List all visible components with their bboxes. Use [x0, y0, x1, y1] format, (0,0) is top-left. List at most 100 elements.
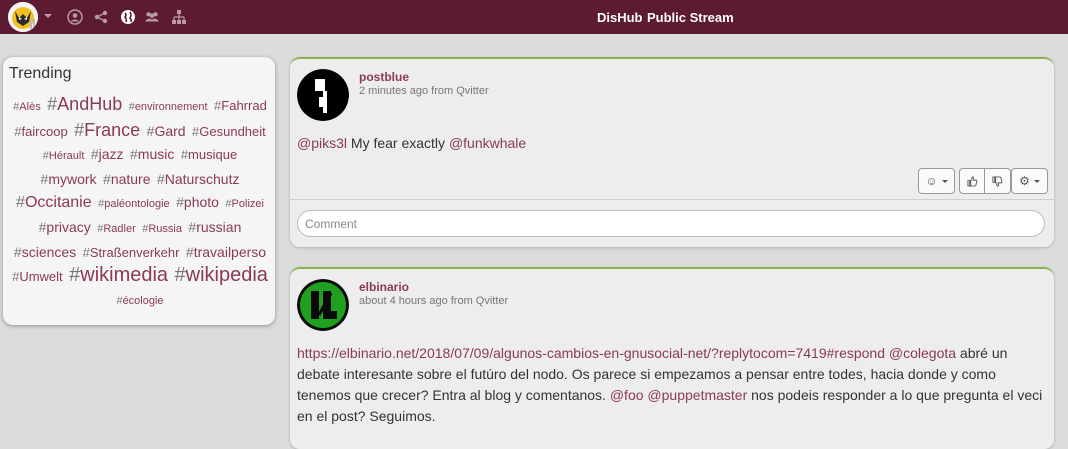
- trending-tag-label: Russia: [148, 223, 182, 235]
- gear-icon: ⚙: [1019, 174, 1030, 188]
- trending-tag-label: mywork: [48, 171, 97, 187]
- trending-tag[interactable]: #Fahrrad: [214, 94, 267, 117]
- trending-tag[interactable]: #Alès: [13, 96, 41, 119]
- wolverine-avatar-icon: [8, 2, 38, 32]
- mention-link[interactable]: @foo: [610, 387, 644, 403]
- hash-symbol: #: [176, 194, 184, 210]
- post-meta[interactable]: about 4 hours ago from Qvitter: [359, 295, 508, 307]
- avatar-image-icon: [297, 69, 349, 121]
- brand-name[interactable]: DisHub: [597, 10, 643, 25]
- hash-symbol: #: [130, 146, 138, 162]
- trending-tag[interactable]: #paléontologie: [98, 193, 170, 216]
- trending-tag[interactable]: #privacy: [39, 216, 91, 239]
- mention-link[interactable]: @colegota: [889, 345, 956, 361]
- smiley-icon: ☺: [925, 174, 938, 188]
- trending-tag[interactable]: #France: [74, 119, 140, 142]
- mention-link[interactable]: @funkwhale: [449, 135, 526, 151]
- trending-tag[interactable]: #AndHub: [47, 93, 122, 116]
- settings-button[interactable]: ⚙: [1012, 169, 1047, 193]
- trending-tag-label: Hérault: [48, 150, 85, 162]
- avatar-image-icon: [297, 279, 349, 331]
- dislike-button[interactable]: [984, 169, 1010, 193]
- emoji-button[interactable]: ☺: [919, 169, 954, 193]
- trending-tag-label: Gesundheit: [199, 124, 266, 139]
- emoji-reaction-group: ☺: [918, 168, 955, 194]
- trending-tag[interactable]: #Naturschutz: [157, 168, 240, 191]
- divider: [290, 199, 1054, 200]
- post-card: elbinario about 4 hours ago from Qvitter…: [290, 267, 1054, 449]
- trending-tag[interactable]: #écologie: [116, 290, 163, 313]
- hash-symbol: #: [174, 264, 186, 286]
- post-avatar[interactable]: [297, 69, 349, 121]
- trending-tag-label: jazz: [98, 146, 124, 162]
- post-body: @piks3l My fear exactly @funkwhale: [297, 133, 1037, 154]
- trending-tag-label: privacy: [46, 219, 91, 235]
- trending-tag[interactable]: #Russia: [142, 218, 182, 241]
- post-meta[interactable]: 2 minutes ago from Qvitter: [359, 85, 489, 97]
- trending-tag[interactable]: #music: [130, 143, 174, 166]
- trending-tag[interactable]: #russian: [188, 216, 241, 239]
- trending-tag[interactable]: #Straßenverkehr: [83, 241, 180, 264]
- trending-tag[interactable]: #sciences: [14, 241, 76, 264]
- post-author[interactable]: elbinario: [359, 280, 409, 294]
- trending-tag[interactable]: #photo: [176, 191, 219, 214]
- like-button[interactable]: [960, 169, 984, 193]
- trending-tag[interactable]: #Gard: [147, 120, 186, 143]
- trending-tag[interactable]: #wikipedia: [175, 264, 268, 287]
- page-title: Public Stream: [647, 10, 734, 25]
- trending-tag[interactable]: #faircoop: [14, 120, 67, 143]
- globe-icon[interactable]: [120, 9, 136, 25]
- trending-tag[interactable]: #Polizei: [225, 193, 264, 216]
- trending-tag[interactable]: #Radler: [97, 218, 136, 241]
- trending-tag-label: paléontologie: [104, 198, 170, 210]
- trending-tag[interactable]: #Gesundheit: [192, 120, 266, 143]
- trending-tag[interactable]: #Occitanie: [16, 191, 92, 214]
- settings-group: ⚙: [1011, 168, 1048, 194]
- post-avatar[interactable]: [297, 279, 349, 331]
- hash-symbol: #: [180, 147, 189, 162]
- trending-tag-label: Alès: [19, 101, 41, 113]
- blog-link[interactable]: https://elbinario.net/2018/07/09/algunos…: [297, 345, 885, 361]
- hash-symbol: #: [47, 94, 58, 114]
- trending-tag-label: travailperso: [193, 244, 267, 260]
- mention-link[interactable]: @puppetmaster: [647, 387, 747, 403]
- hash-symbol: #: [82, 245, 90, 260]
- trending-tag-label: Polizei: [231, 198, 264, 210]
- trending-tag[interactable]: #Hérault: [43, 145, 85, 168]
- hash-symbol: #: [74, 120, 85, 140]
- post-card: postblue 2 minutes ago from Qvitter @pik…: [290, 57, 1054, 247]
- mention-link[interactable]: @piks3l: [297, 135, 347, 151]
- group-icon[interactable]: [144, 9, 160, 25]
- thumbs-down-icon: [992, 175, 1003, 187]
- hash-symbol: #: [103, 171, 111, 187]
- trending-tag[interactable]: #environnement: [129, 96, 208, 119]
- vote-button-group: [959, 168, 1011, 194]
- hierarchy-icon[interactable]: [171, 9, 187, 25]
- trending-tag[interactable]: #travailperso: [186, 241, 266, 264]
- trending-tag-label: écologie: [122, 295, 164, 307]
- trending-tag-label: russian: [196, 219, 242, 235]
- network-icon[interactable]: [93, 9, 109, 25]
- trending-tag[interactable]: #Umwelt: [12, 265, 63, 288]
- trending-tag-label: AndHub: [57, 94, 123, 114]
- trending-tag[interactable]: #musique: [181, 143, 237, 166]
- user-icon[interactable]: [67, 9, 83, 25]
- trending-tag[interactable]: #nature: [103, 168, 151, 191]
- trending-tag-label: sciences: [21, 244, 77, 260]
- post-author[interactable]: postblue: [359, 70, 409, 84]
- trending-tag[interactable]: #jazz: [91, 143, 124, 166]
- trending-tag[interactable]: #mywork: [41, 168, 97, 191]
- trending-tag-label: France: [84, 120, 141, 140]
- tag-cloud: #Alès #AndHub #environnement #Fahrrad #f…: [11, 93, 269, 313]
- trending-tag-label: Gard: [154, 123, 186, 139]
- user-avatar[interactable]: [8, 2, 38, 32]
- post-text: My fear exactly: [347, 135, 449, 151]
- trending-tag-label: faircoop: [21, 124, 68, 139]
- chevron-down-icon[interactable]: [44, 14, 52, 18]
- trending-tag[interactable]: #wikimedia: [69, 264, 168, 287]
- trending-tag-label: Straßenverkehr: [89, 245, 180, 260]
- trending-tag-label: Naturschutz: [164, 171, 240, 187]
- trending-tag-label: environnement: [134, 101, 208, 113]
- comment-input[interactable]: Comment: [297, 210, 1045, 237]
- hash-symbol: #: [13, 244, 22, 260]
